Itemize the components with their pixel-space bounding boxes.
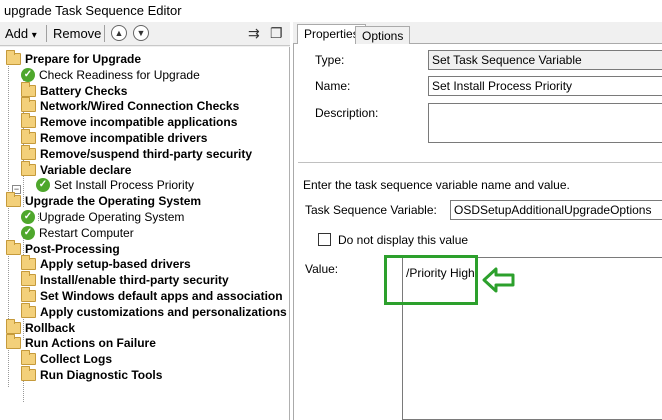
type-label: Type:	[315, 53, 345, 67]
tree-item-label: Run Diagnostic Tools	[40, 368, 163, 382]
section-divider	[298, 162, 662, 163]
tree-item[interactable]: ✓ Upgrade Operating System	[21, 209, 184, 225]
right-pane: Properties Options Type: Set Task Sequen…	[293, 22, 662, 420]
folder-icon	[21, 366, 36, 381]
tree-item-label: Apply customizations and personalization…	[40, 304, 287, 319]
folder-icon	[21, 271, 36, 287]
toolbar-separator	[46, 25, 47, 42]
tree-item[interactable]: Upgrade the Operating System	[6, 192, 202, 209]
tree-item-label: Collect Logs	[40, 352, 113, 367]
tree-item[interactable]: Network/Wired Connection Checks	[21, 97, 240, 114]
tree-item-label: Network/Wired Connection Checks	[40, 99, 240, 114]
folder-icon	[21, 255, 36, 271]
tree-item-label: Set Windows default apps and association	[40, 289, 283, 303]
success-check-icon: ✓	[21, 210, 35, 224]
pointer-arrow-icon	[482, 267, 515, 293]
tree-item-label: Variable declare	[40, 162, 132, 177]
hide-value-checkbox[interactable]	[318, 233, 331, 246]
hide-value-label: Do not display this value	[338, 233, 469, 247]
tree-item[interactable]: Collect Logs	[21, 350, 113, 367]
tree-item-label: Remove/suspend third-party security	[40, 146, 253, 161]
tree-item[interactable]: Run Actions on Failure	[6, 334, 156, 351]
instructions-text: Enter the task sequence variable name an…	[303, 178, 570, 192]
folder-icon	[21, 160, 36, 176]
tree-item[interactable]: Remove/suspend third-party security	[21, 144, 253, 162]
tree-item-label: Install/enable third-party security	[40, 273, 229, 288]
tree-item[interactable]: Run Diagnostic Tools	[21, 366, 163, 383]
tree-item-label: Prepare for Upgrade	[25, 52, 142, 66]
success-check-icon: ✓	[21, 225, 35, 240]
tree-item[interactable]: Apply setup-based drivers	[21, 255, 191, 272]
remove-button[interactable]: Remove	[53, 26, 101, 41]
tree-item-label: Remove incompatible drivers	[40, 131, 208, 145]
folder-icon	[21, 81, 36, 97]
tab-strip: Properties Options	[293, 22, 662, 45]
move-up-icon[interactable]: ▲	[111, 25, 127, 41]
tree-item[interactable]: Set Windows default apps and association	[21, 287, 283, 304]
folder-icon	[21, 350, 36, 366]
tree-item-label: Rollback	[25, 320, 76, 335]
tree-item[interactable]: Variable declare	[21, 160, 132, 178]
value-label: Value:	[305, 262, 339, 276]
tree-item-label: Battery Checks	[40, 83, 128, 98]
folder-icon	[21, 144, 36, 160]
tree-item[interactable]: Post-Processing	[6, 239, 120, 257]
variable-label: Task Sequence Variable:	[305, 203, 437, 217]
tree-item-label: Set Install Process Priority	[54, 178, 195, 193]
folder-icon	[21, 113, 36, 129]
group-icon[interactable]: ❐	[270, 25, 283, 42]
type-field: Set Task Sequence Variable	[428, 50, 662, 70]
name-input[interactable]: Set Install Process Priority	[428, 76, 662, 96]
highlight-box	[384, 255, 478, 305]
tree-item[interactable]: Remove incompatible drivers	[21, 129, 208, 146]
tree-item[interactable]: ✓ Check Readiness for Upgrade	[21, 67, 200, 83]
folder-icon	[6, 239, 21, 255]
description-input[interactable]	[428, 103, 662, 143]
folder-icon	[21, 287, 36, 302]
tree-item-label: Remove incompatible applications	[40, 115, 238, 130]
dropdown-arrow-icon: ▾	[31, 30, 37, 41]
tree-item[interactable]: ✓ Restart Computer	[21, 225, 134, 241]
toolbar: Add ▾ Remove ▲ ▼ ⇉ ❐	[0, 22, 290, 46]
tree-item[interactable]: Install/enable third-party security	[21, 271, 229, 288]
name-label: Name:	[315, 79, 351, 93]
tree-item-label: Check Readiness for Upgrade	[39, 67, 200, 82]
tab-options[interactable]: Options	[355, 26, 411, 44]
window-title: upgrade Task Sequence Editor	[4, 3, 182, 18]
folder-icon	[21, 302, 36, 318]
description-label: Description:	[315, 106, 379, 120]
folder-icon	[6, 318, 21, 334]
folder-icon	[6, 192, 21, 208]
folder-icon	[21, 97, 36, 113]
tree-item[interactable]: Apply customizations and personalization…	[21, 302, 287, 320]
toolbar-separator	[104, 25, 105, 42]
add-button-label: Add	[5, 26, 29, 41]
folder-icon	[6, 50, 21, 65]
add-button[interactable]: Add ▾	[5, 26, 37, 41]
success-check-icon: ✓	[21, 67, 35, 82]
tree-item[interactable]: Remove incompatible applications	[21, 113, 238, 130]
tree-item[interactable]: ✓ Set Install Process Priority	[36, 177, 194, 193]
tree-item[interactable]: Prepare for Upgrade	[6, 50, 142, 67]
tree-item-label: Post-Processing	[25, 241, 120, 256]
properties-panel: Type: Set Task Sequence Variable Name: S…	[293, 44, 662, 420]
tree-item-label: Upgrade Operating System	[39, 210, 185, 224]
task-sequence-tree[interactable]: − Prepare for Upgrade ✓ Check Readiness fo…	[0, 47, 290, 420]
variable-input[interactable]: OSDSetupAdditionalUpgradeOptions	[450, 200, 662, 220]
tree-item[interactable]: Rollback	[6, 318, 76, 336]
folder-icon	[21, 129, 36, 144]
success-check-icon: ✓	[36, 178, 50, 193]
left-pane: Add ▾ Remove ▲ ▼ ⇉ ❐ − Prepare for Upgra…	[0, 22, 290, 420]
tree-item[interactable]: Battery Checks	[21, 81, 128, 99]
tree-item-label: Restart Computer	[39, 225, 134, 240]
apply-icon[interactable]: ⇉	[248, 25, 260, 42]
tree-item-label: Apply setup-based drivers	[40, 257, 191, 272]
folder-icon	[6, 334, 21, 350]
move-down-icon[interactable]: ▼	[133, 25, 149, 41]
tree-item-label: Upgrade the Operating System	[25, 194, 202, 209]
title-bar: upgrade Task Sequence Editor	[0, 0, 662, 22]
tree-item-label: Run Actions on Failure	[25, 336, 156, 351]
